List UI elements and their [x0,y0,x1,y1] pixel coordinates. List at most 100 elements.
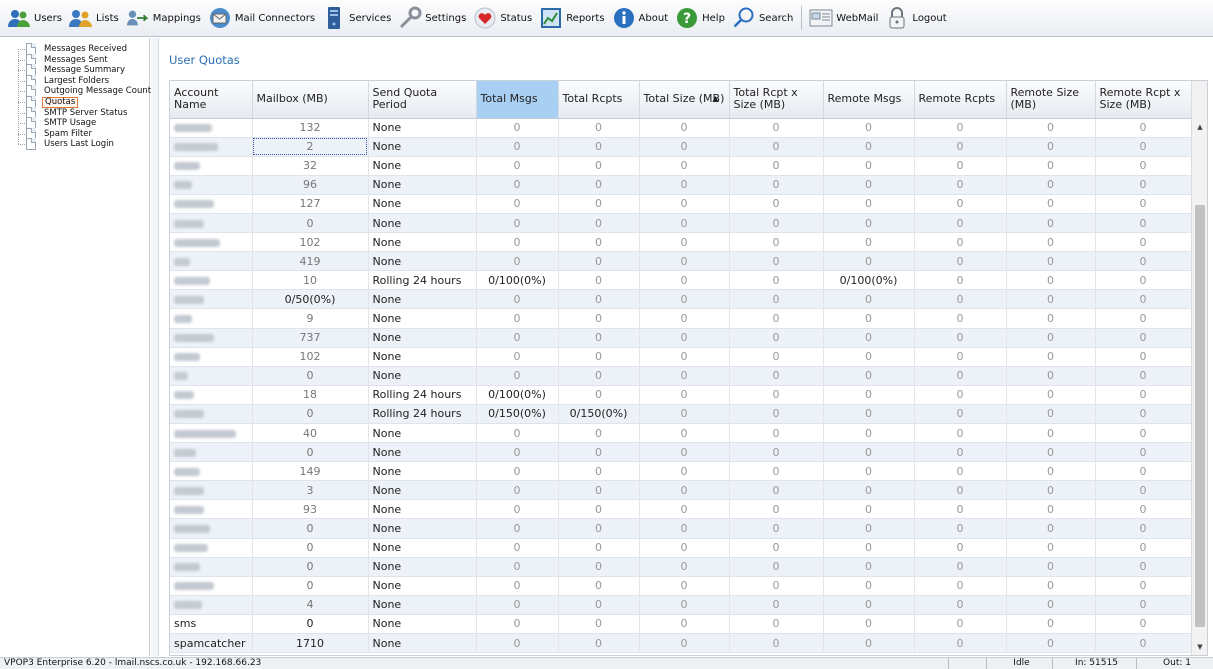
cell-period[interactable]: None [368,118,477,138]
cell-remote-msgs[interactable]: 0 [823,499,915,520]
cell-account[interactable] [170,347,253,367]
cell-total-msgs[interactable]: 0 [476,232,559,253]
toolbar-status-button[interactable]: Status [470,3,535,33]
cell-remote-size[interactable]: 0 [1006,461,1096,482]
cell-period[interactable]: None [368,328,477,348]
tree-item-message-summary[interactable]: Message Summary [42,65,127,76]
cell-remote-msgs[interactable]: 0 [823,538,915,558]
cell-mailbox[interactable]: 0 [252,518,369,539]
cell-remote-rcpts[interactable]: 0 [914,557,1007,577]
cell-rcpt-size[interactable]: 0 [729,557,824,577]
cell-remote-msgs[interactable]: 0 [823,404,915,425]
cell-remote-msgs[interactable]: 0 [823,423,915,444]
cell-total-rcpts[interactable]: 0 [558,232,640,253]
cell-rcpt-size[interactable]: 0 [729,308,824,329]
cell-remote-size[interactable]: 0 [1006,633,1096,654]
cell-period[interactable]: Rolling 24 hours [368,404,477,425]
cell-total-rcpts[interactable]: 0 [558,137,640,157]
table-row[interactable]: 0 Rolling 24 hours 0/150(0%) 0/150(0%) 0 0 0 0 0… [170,404,1192,425]
cell-total-size[interactable]: 0 [639,232,730,253]
column-header-total-size-mb[interactable]: Total Size (MB) ▲ [639,81,730,119]
cell-total-size[interactable]: 0 [639,347,730,367]
cell-remote-size[interactable]: 0 [1006,156,1096,176]
cell-rcpt-size[interactable]: 0 [729,118,824,138]
cell-remote-msgs[interactable]: 0 [823,289,915,310]
cell-mailbox[interactable]: 0/50(0%) [252,289,369,310]
cell-total-msgs[interactable]: 0 [476,595,559,615]
cell-rcpt-size[interactable]: 0 [729,614,824,635]
cell-remote-size[interactable]: 0 [1006,289,1096,310]
cell-remote-size[interactable]: 0 [1006,557,1096,577]
cell-remote-size[interactable]: 0 [1006,194,1096,214]
cell-remote-rcpts[interactable]: 0 [914,518,1007,539]
toolbar-settings-button[interactable]: Settings [395,3,469,33]
table-row[interactable]: 132 None 0 0 0 0 0 0 0 0 [170,118,1192,138]
cell-remote-rcpt-size[interactable]: 0 [1095,442,1192,463]
tree-item-smtp-server-status[interactable]: SMTP Server Status [42,108,129,119]
cell-account[interactable] [170,480,253,501]
cell-total-msgs[interactable]: 0 [476,175,559,195]
cell-rcpt-size[interactable]: 0 [729,461,824,482]
cell-remote-rcpt-size[interactable]: 0 [1095,576,1192,596]
cell-remote-size[interactable]: 0 [1006,404,1096,425]
cell-total-size[interactable]: 0 [639,423,730,444]
column-header-remote-size-mb[interactable]: Remote Size (MB) [1006,81,1096,119]
cell-rcpt-size[interactable]: 0 [729,633,824,654]
cell-remote-size[interactable]: 0 [1006,137,1096,157]
cell-remote-rcpts[interactable]: 0 [914,385,1007,405]
cell-rcpt-size[interactable]: 0 [729,289,824,310]
cell-remote-msgs[interactable]: 0 [823,614,915,635]
column-header-total-msgs[interactable]: Total Msgs [476,81,559,119]
cell-remote-rcpts[interactable]: 0 [914,538,1007,558]
cell-total-size[interactable]: 0 [639,480,730,501]
cell-account[interactable] [170,385,253,405]
cell-total-size[interactable]: 0 [639,633,730,654]
cell-remote-rcpts[interactable]: 0 [914,308,1007,329]
cell-total-rcpts[interactable]: 0 [558,538,640,558]
cell-remote-rcpts[interactable]: 0 [914,499,1007,520]
toolbar-about-button[interactable]: About [609,3,672,33]
cell-remote-rcpts[interactable]: 0 [914,289,1007,310]
table-row[interactable]: 0 None 0 0 0 0 0 0 0 0 [170,538,1192,558]
cell-remote-rcpts[interactable]: 0 [914,232,1007,253]
table-row[interactable]: 149 None 0 0 0 0 0 0 0 0 [170,461,1192,482]
cell-total-msgs[interactable]: 0/100(0%) [476,270,559,291]
cell-remote-rcpt-size[interactable]: 0 [1095,595,1192,615]
table-row[interactable]: 102 None 0 0 0 0 0 0 0 0 [170,347,1192,367]
cell-period[interactable]: Rolling 24 hours [368,270,477,291]
table-row[interactable]: 93 None 0 0 0 0 0 0 0 0 [170,499,1192,520]
cell-account[interactable] [170,328,253,348]
cell-remote-msgs[interactable]: 0 [823,385,915,405]
cell-total-size[interactable]: 0 [639,251,730,272]
cell-remote-size[interactable]: 0 [1006,538,1096,558]
cell-total-msgs[interactable]: 0 [476,499,559,520]
cell-mailbox[interactable]: 102 [252,347,369,367]
cell-total-size[interactable]: 0 [639,595,730,615]
cell-mailbox[interactable]: 3 [252,480,369,501]
cell-period[interactable]: None [368,499,477,520]
toolbar-help-button[interactable]: ? Help [672,3,728,33]
pane-splitter[interactable] [151,38,159,656]
cell-remote-rcpt-size[interactable]: 0 [1095,423,1192,444]
cell-total-size[interactable]: 0 [639,614,730,635]
cell-remote-rcpts[interactable]: 0 [914,213,1007,234]
cell-remote-rcpt-size[interactable]: 0 [1095,499,1192,520]
cell-remote-msgs[interactable]: 0 [823,576,915,596]
cell-total-rcpts[interactable]: 0 [558,289,640,310]
cell-rcpt-size[interactable]: 0 [729,270,824,291]
cell-total-msgs[interactable]: 0 [476,308,559,329]
cell-mailbox[interactable]: 0 [252,614,369,635]
cell-total-msgs[interactable]: 0 [476,118,559,138]
column-header-mailbox-mb[interactable]: Mailbox (MB) [252,81,369,119]
table-row[interactable]: 0 None 0 0 0 0 0 0 0 0 [170,557,1192,577]
tree-item-messages-received[interactable]: Messages Received [42,44,129,55]
cell-remote-msgs[interactable]: 0 [823,137,915,157]
cell-remote-msgs[interactable]: 0 [823,442,915,463]
table-row[interactable]: 0 None 0 0 0 0 0 0 0 0 [170,213,1192,234]
scroll-down-arrow-icon[interactable]: ▼ [1192,639,1207,655]
table-row[interactable]: 127 None 0 0 0 0 0 0 0 0 [170,194,1192,214]
cell-total-rcpts[interactable]: 0 [558,251,640,272]
table-row[interactable]: 9 None 0 0 0 0 0 0 0 0 [170,308,1192,329]
cell-remote-rcpt-size[interactable]: 0 [1095,156,1192,176]
cell-mailbox[interactable]: 2 [252,137,369,157]
